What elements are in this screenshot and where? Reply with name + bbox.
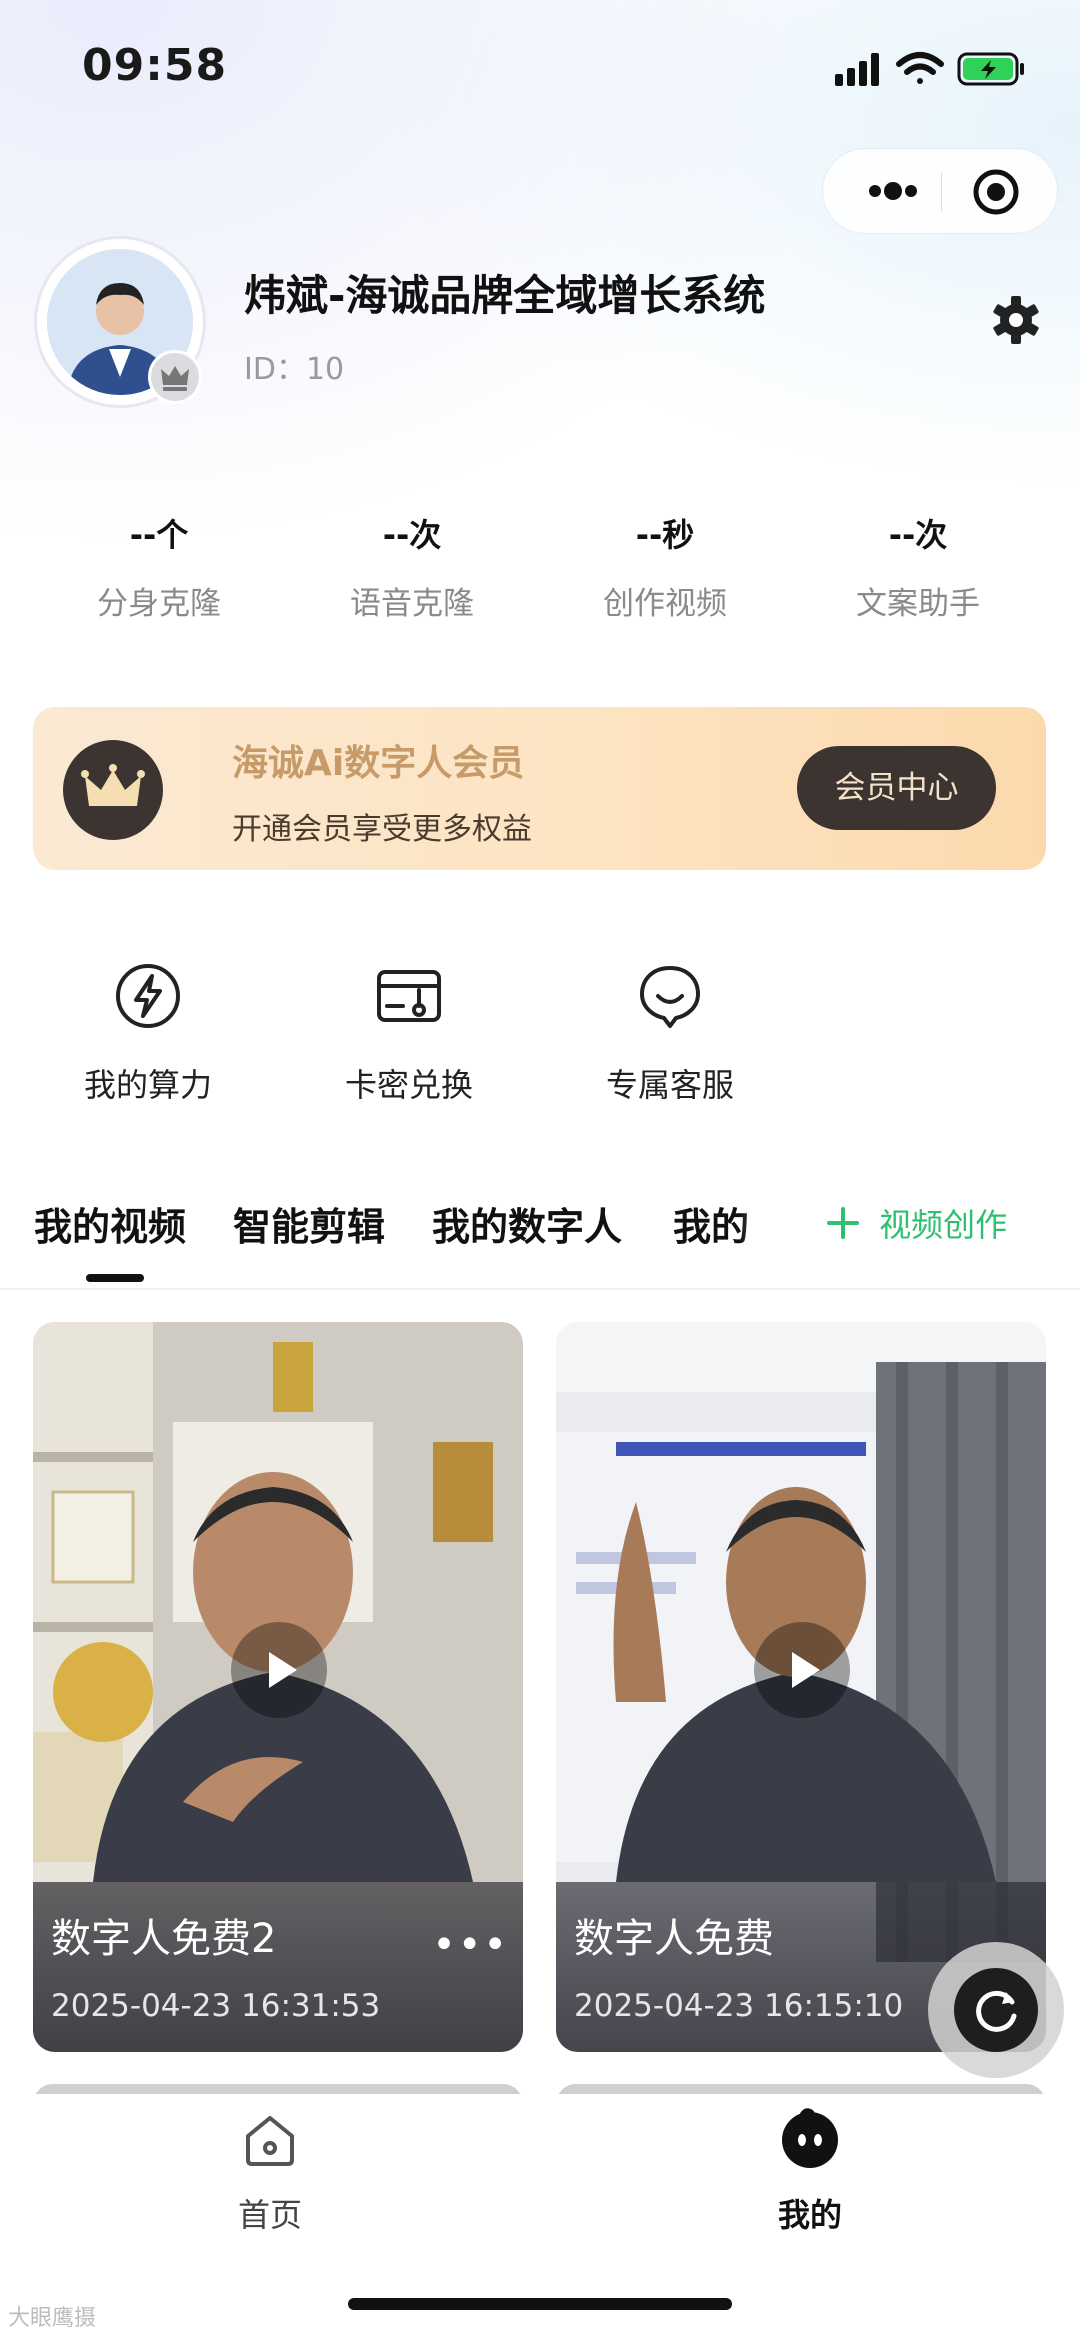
- tabs-divider: [0, 1288, 1080, 1290]
- play-icon[interactable]: [231, 1622, 327, 1718]
- watermark: 大眼鹰摄: [8, 2306, 97, 2331]
- wifi-icon: [896, 52, 944, 84]
- stat-avatar-clone-label: 分身克隆: [97, 586, 221, 622]
- video-card[interactable]: 数字人免费 2025-04-23 16:15:10: [556, 1322, 1046, 2052]
- video-title: 数字人免费: [574, 1916, 774, 1962]
- stat-copywriting-label: 文案助手: [856, 586, 980, 622]
- nav-mine-button[interactable]: [778, 2106, 842, 2174]
- stat-video-creation-label: 创作视频: [603, 586, 727, 622]
- quick-action-card-redeem-label[interactable]: 卡密兑换: [299, 1060, 519, 1106]
- quick-action-computing-power[interactable]: [112, 960, 184, 1036]
- home-indicator: [348, 2298, 732, 2310]
- user-id: ID：10: [244, 352, 345, 387]
- tab-smart-edit[interactable]: 智能剪辑: [233, 1196, 385, 1251]
- tabs-fade: [740, 1180, 800, 1260]
- status-time: 09:58: [82, 40, 228, 91]
- more-icon[interactable]: [853, 171, 933, 211]
- nav-home-button[interactable]: [240, 2110, 300, 2174]
- home-icon: [246, 2116, 294, 2166]
- stat-video-creation-value: --秒: [635, 516, 695, 554]
- stat-voice-clone-label: 语音克隆: [350, 586, 474, 622]
- create-video-label[interactable]: 视频创作: [879, 1206, 1007, 1244]
- video-card[interactable]: 数字人免费2 ••• 2025-04-23 16:31:53: [33, 1322, 523, 2052]
- play-icon[interactable]: [754, 1622, 850, 1718]
- member-title: 海诚Ai数字人会员: [232, 743, 525, 784]
- miniprogram-capsule: [822, 148, 1058, 234]
- quick-action-customer-service[interactable]: [634, 960, 706, 1036]
- tab-my-digital-human[interactable]: 我的数字人: [432, 1196, 622, 1251]
- vip-badge-icon: [148, 350, 202, 404]
- signal-icon: [835, 53, 879, 86]
- status-icons: [835, 48, 1035, 88]
- plus-icon: [827, 1207, 859, 1239]
- refresh-icon: [954, 1968, 1038, 2052]
- create-video-button[interactable]: 视频创作: [826, 1200, 1007, 1246]
- quick-action-customer-service-label[interactable]: 专属客服: [560, 1060, 780, 1106]
- refresh-button[interactable]: [928, 1942, 1064, 2078]
- quick-action-card-redeem[interactable]: [373, 960, 445, 1036]
- stat-voice-clone-value: --次: [382, 516, 442, 554]
- member-crown-icon: [63, 740, 163, 840]
- customer-service-icon: [640, 966, 700, 1028]
- video-date: 2025-04-23 16:15:10: [574, 1988, 904, 2024]
- nav-home-label[interactable]: 首页: [170, 2190, 370, 2236]
- video-date: 2025-04-23 16:31:53: [51, 1988, 381, 2024]
- member-subtitle: 开通会员享受更多权益: [232, 812, 532, 847]
- active-tab-indicator: [86, 1274, 144, 1282]
- video-more-options-icon[interactable]: •••: [432, 1922, 509, 1968]
- card-key-icon: [377, 970, 441, 1022]
- lightning-icon: [116, 964, 180, 1028]
- username: 炜斌-海诚品牌全域增长系统: [244, 271, 766, 320]
- stat-avatar-clone-value: --个: [129, 516, 189, 554]
- close-miniprogram-icon[interactable]: [971, 167, 1021, 217]
- capsule-divider: [941, 173, 942, 211]
- video-title: 数字人免费2: [51, 1916, 277, 1962]
- quick-action-computing-power-label[interactable]: 我的算力: [38, 1060, 258, 1106]
- member-center-button[interactable]: 会员中心: [797, 746, 996, 830]
- mine-icon: [782, 2108, 838, 2168]
- nav-mine-label[interactable]: 我的: [710, 2190, 910, 2236]
- battery-icon: [957, 52, 1024, 86]
- stat-copywriting-value: --次: [888, 516, 948, 554]
- tab-my-videos[interactable]: 我的视频: [34, 1196, 186, 1251]
- settings-gear-icon[interactable]: [990, 294, 1042, 346]
